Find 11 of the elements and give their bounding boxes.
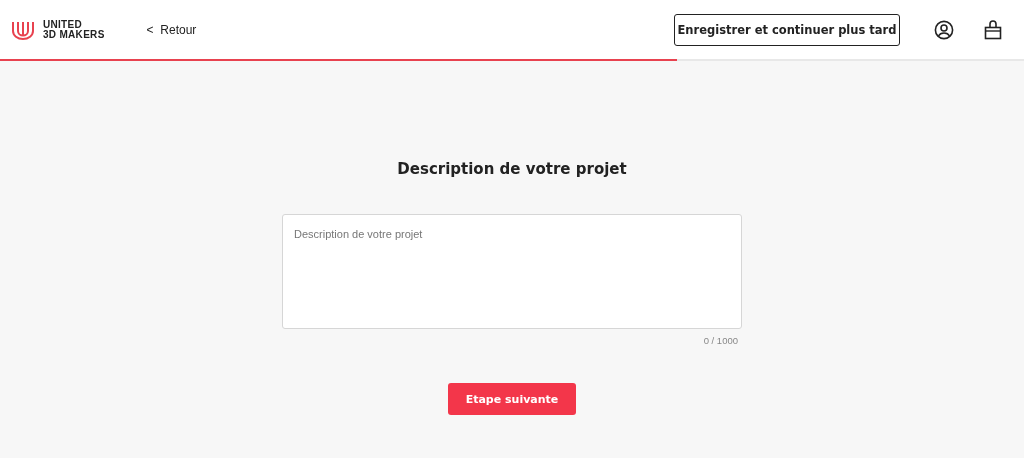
description-field[interactable]: Description de votre projet bbox=[282, 214, 742, 329]
logo-text: 3D MAKERS bbox=[43, 29, 105, 40]
logo-text: UNITED bbox=[43, 19, 84, 30]
form-title: Description de votre projet bbox=[397, 160, 627, 180]
character-counter: 0 / 1000 bbox=[703, 335, 738, 346]
logo-icon bbox=[11, 19, 35, 40]
save-later-button[interactable]: Enregistrer et continuer plus tard bbox=[674, 13, 900, 46]
shopping-bag-icon[interactable] bbox=[984, 19, 1002, 40]
account-icon[interactable] bbox=[934, 19, 954, 40]
back-link[interactable]: < Retour bbox=[146, 22, 197, 37]
next-step-button[interactable]: Etape suivante bbox=[448, 383, 576, 415]
